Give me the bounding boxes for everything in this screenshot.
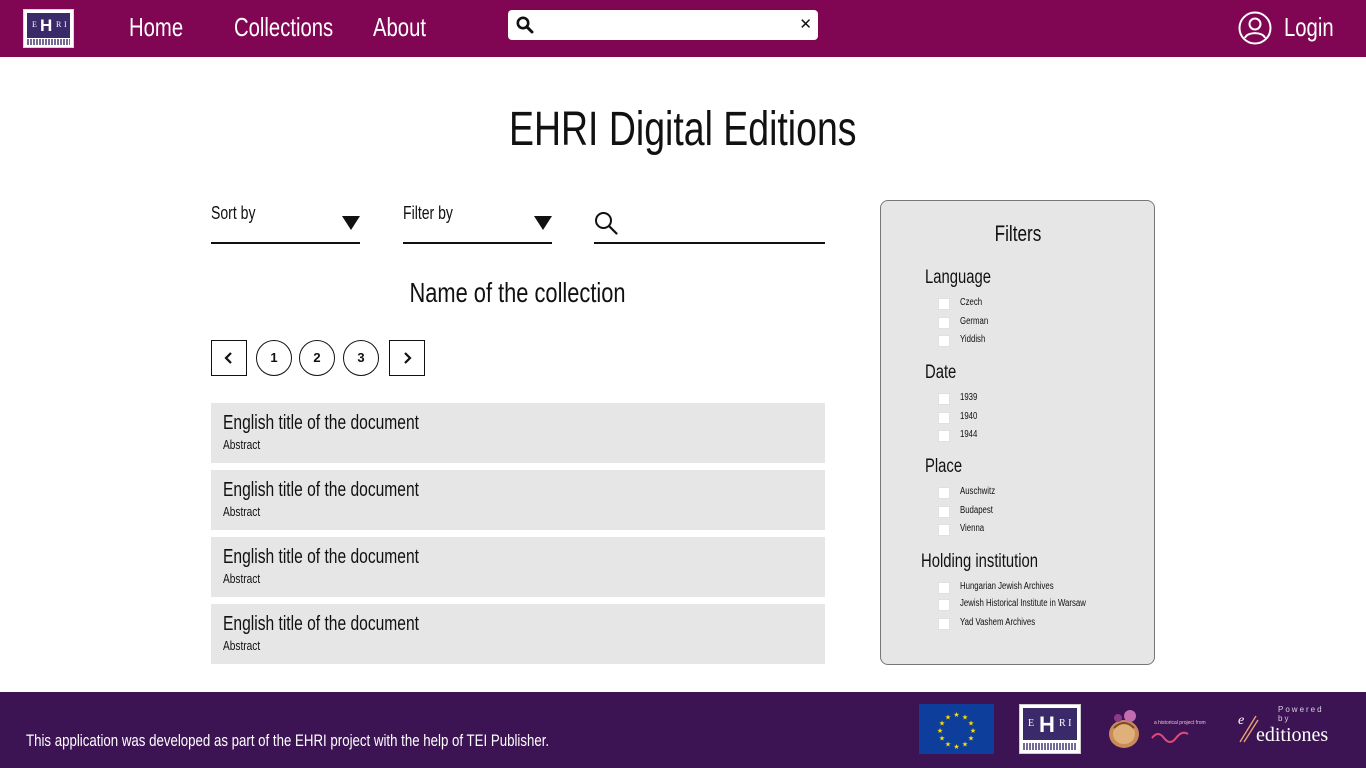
checkbox[interactable] [938, 335, 950, 347]
previous-page-button[interactable] [211, 340, 247, 376]
checkbox[interactable] [938, 317, 950, 329]
svg-text:★: ★ [945, 741, 951, 749]
document-title: English title of the document [223, 412, 419, 434]
nav-about-link[interactable]: About [373, 10, 441, 44]
next-page-button[interactable] [389, 340, 425, 376]
top-search-input[interactable] [542, 14, 792, 36]
document-search-box [594, 200, 825, 244]
sort-by-label: Sort by [211, 203, 256, 223]
editiones-label: editiones [1256, 724, 1329, 746]
page-button-1[interactable]: 1 [256, 340, 292, 376]
caret-down-icon [534, 216, 552, 230]
svg-text:★: ★ [953, 711, 959, 719]
ehri-logo-subtitle-graphic [27, 39, 70, 45]
document-list-item[interactable]: English title of the document Abstract [211, 470, 825, 530]
svg-text:★: ★ [970, 727, 976, 735]
filters-title: Filters [994, 221, 1041, 246]
document-list-item[interactable]: English title of the document Abstract [211, 403, 825, 463]
ehri-footer-logo[interactable]: E H R I [1019, 704, 1081, 754]
checkbox[interactable] [938, 298, 950, 310]
nav-collections-link[interactable]: Collections [234, 10, 361, 44]
document-title: English title of the document [223, 613, 419, 635]
checkbox[interactable] [938, 487, 950, 499]
document-abstract: Abstract [223, 437, 261, 452]
editiones-logo[interactable]: e Powered by editiones [1236, 704, 1336, 754]
page-button-2[interactable]: 2 [299, 340, 335, 376]
filter-group-language-title: Language [925, 267, 991, 288]
svg-text:★: ★ [962, 741, 968, 749]
footer-text: This application was developed as part o… [26, 731, 550, 750]
sort-by-dropdown[interactable]: Sort by [211, 200, 360, 244]
filter-by-label: Filter by [403, 203, 453, 223]
checkbox[interactable] [938, 393, 950, 405]
svg-text:a historical project from: a historical project from [1154, 720, 1206, 726]
document-list-item[interactable]: English title of the document Abstract [211, 604, 825, 664]
top-search-box: ✕ [508, 10, 818, 40]
chevron-left-icon [224, 352, 232, 364]
login-label: Login [1284, 12, 1334, 42]
document-title: English title of the document [223, 546, 419, 568]
document-title: English title of the document [223, 479, 419, 501]
page-button-3[interactable]: 3 [343, 340, 379, 376]
svg-text:★: ★ [968, 720, 974, 728]
checkbox[interactable] [938, 599, 950, 611]
checkbox[interactable] [938, 582, 950, 594]
partner-logo[interactable]: a historical project from [1106, 704, 1206, 754]
powered-by-label: Powered by [1278, 705, 1324, 723]
nav-home-link[interactable]: Home [129, 10, 198, 44]
svg-text:★: ★ [945, 714, 951, 722]
search-icon[interactable] [594, 211, 618, 240]
checkbox[interactable] [938, 618, 950, 630]
checkbox[interactable] [938, 524, 950, 536]
checkbox[interactable] [938, 412, 950, 424]
document-search-input[interactable] [626, 210, 821, 236]
svg-text:★: ★ [937, 727, 943, 735]
document-abstract: Abstract [223, 504, 261, 519]
collection-name-heading: Name of the collection [409, 277, 627, 308]
filters-panel: Filters Language Czech German Yiddish Da… [880, 200, 1155, 665]
eu-flag-logo[interactable]: ★ ★ ★ ★ ★ ★ ★ ★ ★ ★ ★ ★ [919, 704, 994, 754]
checkbox[interactable] [938, 506, 950, 518]
user-circle-icon [1238, 11, 1272, 50]
document-abstract: Abstract [223, 638, 261, 653]
caret-down-icon [342, 216, 360, 230]
document-abstract: Abstract [223, 571, 261, 586]
document-list-item[interactable]: English title of the document Abstract [211, 537, 825, 597]
page-title: EHRI Digital Editions [509, 103, 857, 156]
svg-text:★: ★ [953, 743, 959, 751]
ehri-logo[interactable]: E H R I [23, 9, 74, 48]
filter-group-holding-institution-title: Holding institution [921, 551, 1038, 572]
checkbox[interactable] [938, 430, 950, 442]
svg-text:e: e [1238, 713, 1244, 728]
close-icon[interactable]: ✕ [799, 13, 812, 37]
chevron-right-icon [404, 352, 412, 364]
filter-group-place-title: Place [925, 456, 963, 477]
search-icon[interactable] [516, 16, 534, 39]
ehri-logo-mark: E H R I [27, 13, 70, 38]
filter-group-date-title: Date [925, 362, 957, 383]
svg-text:★: ★ [968, 735, 974, 743]
footer: This application was developed as part o… [0, 692, 1366, 768]
filter-by-dropdown[interactable]: Filter by [403, 200, 552, 244]
svg-text:★: ★ [939, 735, 945, 743]
top-nav-bar: E H R I Home Collections About ✕ Login [0, 0, 1366, 57]
